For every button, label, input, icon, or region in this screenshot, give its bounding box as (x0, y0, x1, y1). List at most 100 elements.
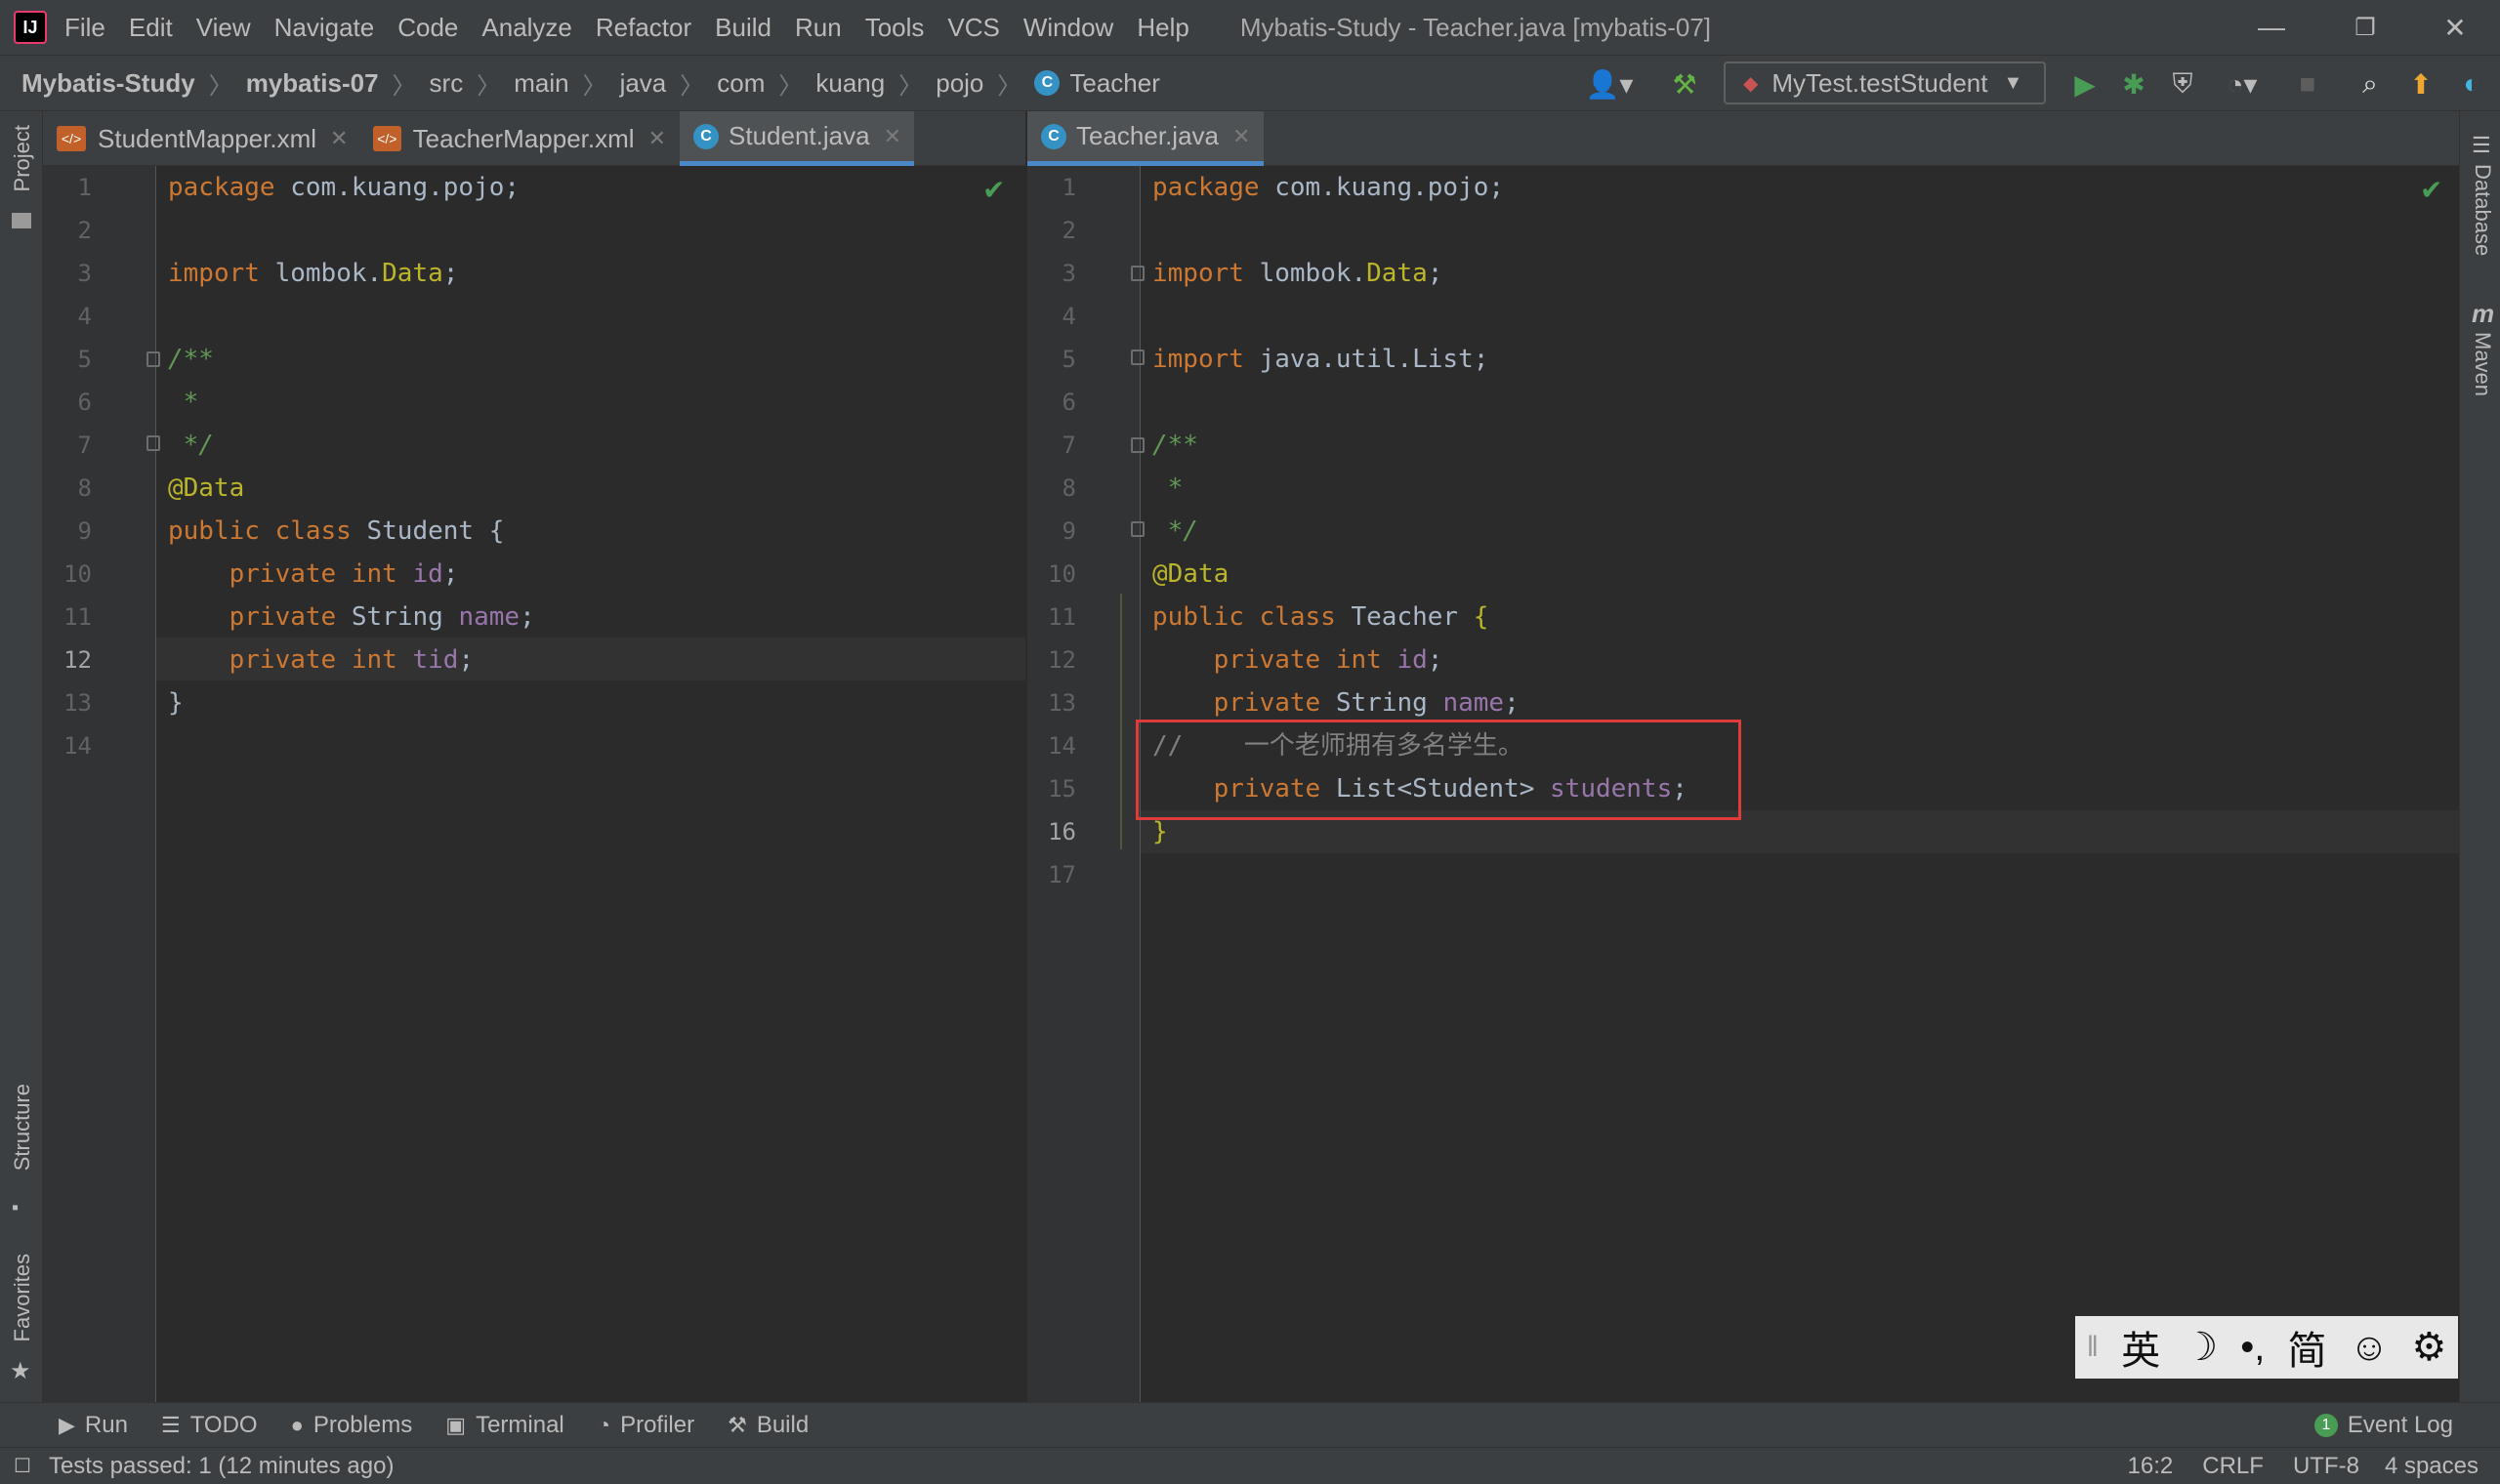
run-icon[interactable]: ▶ (2066, 65, 2104, 103)
code-line[interactable]: public class Teacher { (1152, 596, 1488, 639)
breadcrumb-pojo[interactable]: pojo (936, 68, 983, 99)
fold-marker-icon[interactable] (1131, 350, 1145, 365)
ime-language-toggle[interactable]: 英 (2121, 1319, 2160, 1376)
close-icon[interactable]: ✕ (330, 126, 348, 151)
menu-analyze[interactable]: Analyze (481, 13, 572, 43)
code-line[interactable]: */ (168, 424, 214, 467)
code-line[interactable]: private String name; (1152, 681, 1520, 724)
run-configuration-select[interactable]: ◆ MyTest.testStudent ▼ (1724, 62, 2046, 104)
menu-build[interactable]: Build (715, 13, 771, 43)
fold-marker-icon[interactable] (1131, 437, 1145, 453)
code-token: com.kuang.pojo; (1274, 173, 1505, 202)
tab-studentmapper-xml[interactable]: </> StudentMapper.xml ✕ (43, 111, 355, 166)
code-line[interactable]: import lombok.Data; (168, 252, 458, 295)
menu-edit[interactable]: Edit (129, 13, 173, 43)
code-line[interactable]: } (168, 681, 184, 724)
code-line[interactable]: @Data (168, 467, 244, 510)
menu-refactor[interactable]: Refactor (596, 13, 691, 43)
ime-handle-icon[interactable]: ‖ (2087, 1331, 2099, 1364)
coverage-icon[interactable]: ⛨ (2164, 65, 2201, 103)
menu-window[interactable]: Window (1023, 13, 1113, 43)
code-line[interactable]: private int id; (1152, 639, 1443, 681)
fold-marker-icon[interactable] (146, 435, 160, 451)
menu-vcs[interactable]: VCS (947, 13, 999, 43)
breadcrumb-project[interactable]: Mybatis-Study (21, 68, 195, 99)
favorites-tool-button[interactable]: Favorites (10, 1254, 35, 1341)
code-line[interactable]: * (168, 381, 199, 424)
ime-emoji-icon[interactable]: ☺ (2350, 1326, 2390, 1370)
update-icon[interactable]: ⬆ (2402, 65, 2439, 103)
user-dropdown-icon[interactable]: 👤▾ (1582, 65, 1637, 103)
code-line[interactable]: /** (168, 338, 214, 381)
ime-settings-icon[interactable]: ⚙ (2412, 1325, 2447, 1370)
line-separator[interactable]: CRLF (2202, 1453, 2264, 1480)
plugin-icon[interactable]: ◐ (2453, 65, 2490, 103)
stop-icon[interactable]: ■ (2289, 65, 2326, 103)
code-line[interactable]: private int id; (168, 553, 459, 596)
close-icon[interactable]: ✕ (884, 124, 901, 149)
code-line[interactable]: public class Student { (168, 510, 504, 553)
ime-punctuation-icon[interactable]: •, (2240, 1326, 2265, 1370)
code-line[interactable]: private List<Student> students; (1152, 767, 1688, 810)
profiler-tool-button[interactable]: ◔ Profiler (598, 1412, 694, 1439)
breadcrumb-src[interactable]: src (430, 68, 464, 99)
code-line[interactable]: private int tid; (168, 639, 474, 681)
indent-setting[interactable]: 4 spaces (2385, 1453, 2479, 1480)
code-line[interactable]: private String name; (168, 596, 535, 639)
restore-icon[interactable]: ❐ (2336, 8, 2395, 47)
fold-marker-icon[interactable] (1131, 521, 1145, 537)
structure-tool-button[interactable]: Structure (10, 1084, 35, 1171)
code-line[interactable]: // 一个老师拥有多名学生。 (1152, 724, 1523, 767)
ime-simplified-toggle[interactable]: 简 (2287, 1319, 2326, 1376)
tab-teacher-java[interactable]: C Teacher.java ✕ (1027, 111, 1264, 166)
run-tool-button[interactable]: ▶ Run (59, 1412, 128, 1439)
breadcrumb-class[interactable]: Teacher (1069, 68, 1160, 99)
menu-view[interactable]: View (196, 13, 251, 43)
todo-tool-button[interactable]: ☰ TODO (161, 1412, 258, 1439)
caret-position[interactable]: 16:2 (2128, 1453, 2174, 1480)
code-line[interactable]: /** (1152, 424, 1198, 467)
database-tool-button[interactable]: Database (2470, 164, 2495, 256)
code-line[interactable]: package com.kuang.pojo; (1152, 166, 1504, 209)
project-tool-button[interactable]: Project (10, 125, 35, 191)
close-icon[interactable]: ✕ (648, 126, 666, 151)
minimize-icon[interactable]: — (2242, 8, 2301, 47)
menu-help[interactable]: Help (1137, 13, 1188, 43)
fold-marker-icon[interactable] (146, 351, 160, 367)
code-line[interactable]: @Data (1152, 553, 1229, 596)
search-icon[interactable]: ⌕ (2352, 65, 2389, 103)
code-line[interactable]: package com.kuang.pojo; (168, 166, 520, 209)
code-line[interactable]: * (1152, 467, 1184, 510)
menu-navigate[interactable]: Navigate (274, 13, 375, 43)
file-encoding[interactable]: UTF-8 (2293, 1453, 2359, 1480)
breadcrumb-com[interactable]: com (717, 68, 765, 99)
code-line[interactable]: } (1152, 810, 1168, 853)
menu-run[interactable]: Run (795, 13, 842, 43)
code-line[interactable]: */ (1152, 510, 1198, 553)
menu-tools[interactable]: Tools (865, 13, 925, 43)
event-log-button[interactable]: 1 Event Log (2313, 1412, 2453, 1439)
build-tool-button[interactable]: ⚒ Build (728, 1412, 809, 1439)
fold-marker-icon[interactable] (1131, 266, 1145, 281)
menu-file[interactable]: File (64, 13, 105, 43)
breadcrumb-java[interactable]: java (620, 68, 667, 99)
terminal-tool-button[interactable]: ▣ Terminal (445, 1412, 564, 1439)
menu-code[interactable]: Code (397, 13, 458, 43)
maven-tool-button[interactable]: Maven (2470, 332, 2495, 396)
code-line[interactable]: import java.util.List; (1152, 338, 1488, 381)
breadcrumb-kuang[interactable]: kuang (815, 68, 885, 99)
problems-tool-button[interactable]: ● Problems (291, 1412, 413, 1439)
profile-dropdown-icon[interactable]: ◔▾ (2213, 65, 2271, 103)
tab-teachermapper-xml[interactable]: </> TeacherMapper.xml ✕ (359, 111, 666, 166)
code-line[interactable]: import lombok.Data; (1152, 252, 1442, 295)
build-hammer-icon[interactable]: ⚒ (1666, 65, 1703, 103)
debug-icon[interactable]: ✱ (2115, 65, 2152, 103)
tab-student-java[interactable]: C Student.java ✕ (680, 111, 914, 166)
close-icon[interactable]: ✕ (1232, 124, 1250, 149)
status-layout-icon[interactable]: ☐ (14, 1454, 31, 1478)
breadcrumb-module[interactable]: mybatis-07 (246, 68, 379, 99)
close-window-icon[interactable]: ✕ (2426, 8, 2484, 47)
breadcrumb-main[interactable]: main (514, 68, 568, 99)
status-message[interactable]: Tests passed: 1 (12 minutes ago) (49, 1453, 395, 1480)
ime-night-mode-icon[interactable]: ☽ (2183, 1325, 2218, 1370)
